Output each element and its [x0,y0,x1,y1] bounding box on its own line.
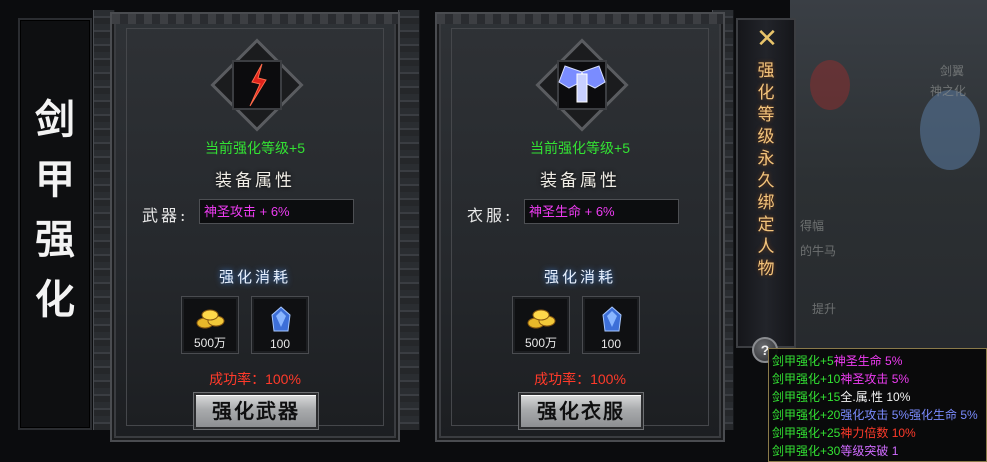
background-text: 得幅 [800,219,825,233]
clothes-panel: 当前强化等级+5 装备属性 衣服: 神圣生命 + 6% 强化消耗 500万 10… [435,12,725,442]
success-rate: 成功率：100% [209,371,301,387]
tooltip-bonus: 全.属.性 10% [840,390,911,404]
blue-gem-icon [271,306,291,332]
banner-char: 级 [757,127,775,147]
tooltip-row: 剑甲强化+20强化攻击 5%强化生命 5% [772,406,983,424]
cost-qty: 500万 [524,336,558,350]
enhance-weapon-button[interactable]: 强化武器 [194,393,318,429]
page-title: 剑 甲 强 化 [20,90,90,330]
banner-char: 化 [757,83,775,103]
attribute-value: 神圣生命 + 6% [524,199,679,224]
tooltip-row: 剑甲强化+5神圣生命 5% [772,352,983,370]
enhance-level-text: 当前强化等级+5 [205,140,305,156]
tooltip-level: 剑甲强化+25 [772,426,841,440]
cost-slot-gold[interactable]: 500万 [512,296,570,354]
banner-char: 定 [757,215,775,235]
title-char: 剑 [35,96,75,143]
cost-qty: 100 [269,337,291,351]
tooltip-bonus: 等级突破 1 [840,444,899,458]
enhance-clothes-button[interactable]: 强化衣服 [519,393,643,429]
banner-char: 永 [757,149,775,169]
panel-header-strip [437,14,723,24]
title-char: 化 [35,276,75,323]
background-text: 的牛马 [800,244,837,258]
banner-char: 强 [757,61,775,81]
tooltip-level: 剑甲强化+15 [772,390,841,404]
title-column: 剑 甲 强 化 [18,18,92,430]
cost-qty: 100 [600,337,622,351]
banner-char: 绑 [757,193,775,213]
attribute-label: 衣服: [467,206,514,225]
tooltip-bonus: 神力倍数 10% [840,426,916,440]
decorative-pillar [398,10,420,430]
enhance-level-text: 当前强化等级+5 [530,140,630,156]
background-figure [920,90,980,170]
cost-slot-gem[interactable]: 100 [251,296,309,354]
title-char: 甲 [35,156,75,203]
background-figure-red [810,60,850,110]
attribute-heading: 装备属性 [540,171,620,191]
tooltip-bonus: 强化生命 5% [909,408,978,422]
weapon-panel: 当前强化等级+5 装备属性 武器: 神圣攻击 + 6% 强化消耗 500万 10… [110,12,400,442]
banner-char: 物 [757,259,775,279]
close-icon[interactable]: ✕ [754,26,780,52]
title-char: 强 [35,216,75,263]
cost-qty: 500万 [193,336,227,350]
winged-armor-icon [558,65,606,103]
tooltip-row: 剑甲强化+10神圣攻击 5% [772,370,983,388]
attribute-value: 神圣攻击 + 6% [199,199,354,224]
panel-header-strip [112,14,398,24]
banner-char: 人 [757,237,775,257]
attribute-heading: 装备属性 [215,171,295,191]
tooltip-row: 剑甲强化+30等级突破 1 [772,442,983,460]
tooltip-row: 剑甲强化+15全.属.性 10% [772,388,983,406]
bonus-tooltip: 剑甲强化+5神圣生命 5% 剑甲强化+10神圣攻击 5% 剑甲强化+15全.属.性 … [768,348,987,462]
cost-heading: 强化消耗 [543,268,616,286]
banner-text: 强 化 等 级 永 久 绑 定 人 物 [738,60,794,280]
tooltip-bonus: 神圣攻击 5% [840,372,910,386]
banner-char: 等 [757,105,775,125]
clothes-item-slot[interactable] [535,38,629,132]
background-text: 提升 [812,302,837,316]
tooltip-bonus: 神圣生命 5% [833,354,903,368]
tooltip-level: 剑甲强化+20 [772,408,841,422]
background-text: 神之化 [930,84,967,98]
cost-heading: 强化消耗 [218,268,291,286]
weapon-item-slot[interactable] [210,38,304,132]
cost-slot-gem[interactable]: 100 [582,296,640,354]
success-rate: 成功率：100% [534,371,626,387]
tooltip-bonus: 强化攻击 5% [840,408,910,422]
tooltip-level: 剑甲强化+5 [772,354,834,368]
tooltip-level: 剑甲强化+30 [772,444,841,458]
attribute-label: 武器: [142,206,189,225]
gold-coins-icon [196,309,225,329]
gold-coins-icon [527,309,556,329]
blue-gem-icon [602,306,622,332]
banner-char: 久 [757,171,775,191]
tooltip-level: 剑甲强化+10 [772,372,841,386]
red-sword-icon [249,63,267,107]
tooltip-row: 剑甲强化+25神力倍数 10% [772,424,983,442]
info-banner: ✕ 强 化 等 级 永 久 绑 定 人 物 [736,18,796,348]
cost-slot-gold[interactable]: 500万 [181,296,239,354]
background-text: 剑翼 [940,64,965,78]
